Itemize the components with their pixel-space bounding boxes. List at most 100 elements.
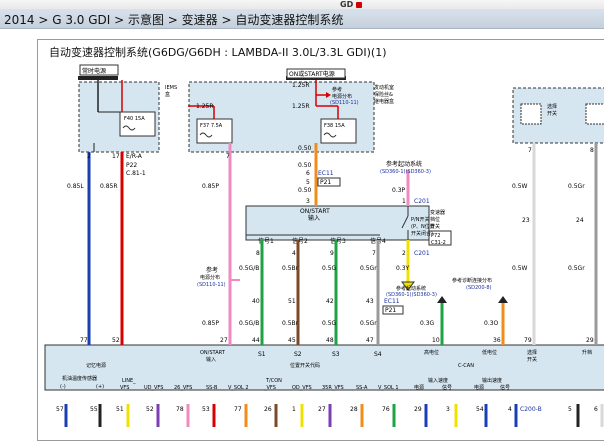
svg-text:0.3P: 0.3P — [392, 187, 406, 194]
svg-text:C201: C201 — [414, 250, 430, 257]
svg-text:(+): (+) — [96, 384, 104, 390]
select-switch-icon — [585, 103, 604, 125]
svg-text:48: 48 — [326, 337, 334, 344]
svg-text:C.81-1: C.81-1 — [126, 170, 146, 177]
svg-text:1: 1 — [292, 406, 296, 413]
svg-text:4: 4 — [508, 406, 512, 413]
svg-text:52: 52 — [112, 337, 120, 344]
svg-text:UD_VFS: UD_VFS — [144, 385, 163, 391]
svg-text:EC11: EC11 — [384, 298, 400, 305]
svg-text:开关: 开关 — [547, 110, 557, 117]
svg-text:0.85P: 0.85P — [202, 183, 219, 190]
svg-text:35R_VFS: 35R_VFS — [322, 385, 344, 391]
svg-text:1.25R: 1.25R — [292, 82, 310, 89]
svg-text:9: 9 — [330, 250, 334, 257]
svg-text:45: 45 — [288, 337, 296, 344]
svg-text:28: 28 — [350, 406, 358, 413]
svg-text:26_VFS: 26_VFS — [174, 385, 192, 391]
svg-text:S1: S1 — [258, 351, 266, 358]
svg-text:F38 15A: F38 15A — [324, 123, 345, 129]
svg-text:C31-2: C31-2 — [431, 240, 446, 246]
svg-text:26: 26 — [264, 406, 272, 413]
engine-box-label: 发动机室 — [374, 84, 394, 91]
svg-text:P22: P22 — [126, 162, 137, 169]
svg-text:选择: 选择 — [547, 103, 557, 110]
svg-text:0.3Y: 0.3Y — [396, 265, 410, 272]
svg-text:76: 76 — [382, 406, 390, 413]
svg-text:51: 51 — [288, 298, 296, 305]
svg-text:S4: S4 — [374, 351, 382, 358]
svg-text:变速器: 变速器 — [430, 209, 445, 216]
svg-text:E/R-A: E/R-A — [126, 153, 143, 160]
svg-text:40: 40 — [252, 298, 260, 305]
svg-text:6: 6 — [594, 406, 598, 413]
svg-text:0.85R: 0.85R — [100, 183, 118, 190]
svg-text:0.50: 0.50 — [298, 162, 312, 169]
svg-text:0.5G: 0.5G — [322, 320, 337, 327]
svg-text:51: 51 — [116, 406, 124, 413]
svg-text:输出速度: 输出速度 — [482, 377, 502, 384]
svg-text:V_SOL 2: V_SOL 2 — [228, 385, 249, 391]
svg-text:5: 5 — [306, 179, 310, 186]
svg-text:参考起动系统: 参考起动系统 — [396, 285, 426, 292]
iems-label: IEMS — [165, 85, 177, 91]
onstart-power-label: ON或START电源 — [289, 70, 335, 78]
svg-text:17: 17 — [112, 153, 120, 160]
svg-text:55: 55 — [90, 406, 98, 413]
svg-text:ON/START: ON/START — [200, 350, 226, 356]
svg-text:0.5Gr: 0.5Gr — [360, 265, 377, 272]
svg-text:S3: S3 — [332, 351, 340, 358]
svg-text:7: 7 — [372, 250, 376, 257]
svg-text:电源: 电源 — [414, 384, 424, 391]
svg-text:(-): (-) — [60, 384, 66, 390]
svg-text:机油温度传感器: 机油温度传感器 — [62, 375, 97, 382]
svg-text:参考: 参考 — [206, 266, 218, 274]
svg-text:0.50: 0.50 — [298, 187, 312, 194]
svg-text:OD_VFS: OD_VFS — [292, 385, 312, 391]
svg-text:77: 77 — [80, 337, 88, 344]
svg-text:78: 78 — [176, 406, 184, 413]
engine-box-label-2: 保险丝& — [374, 91, 393, 98]
svg-text:VFS: VFS — [120, 385, 129, 391]
svg-text:44: 44 — [252, 337, 260, 344]
svg-text:2: 2 — [402, 250, 406, 257]
svg-text:0.5G/B: 0.5G/B — [239, 265, 259, 272]
svg-text:7: 7 — [226, 153, 230, 160]
svg-text:43: 43 — [366, 298, 374, 305]
svg-text:0.85P: 0.85P — [202, 320, 219, 327]
svg-text:0.5G: 0.5G — [322, 265, 337, 272]
svg-text:输入: 输入 — [308, 214, 320, 222]
svg-text:F37 7.5A: F37 7.5A — [200, 123, 223, 129]
svg-text:52: 52 — [146, 406, 154, 413]
svg-text:57: 57 — [56, 406, 64, 413]
svg-text:3: 3 — [306, 198, 310, 205]
svg-text:参考诊断连接分布: 参考诊断连接分布 — [452, 277, 492, 284]
svg-text:电源分布: 电源分布 — [332, 93, 352, 100]
svg-text:7: 7 — [528, 147, 532, 154]
svg-text:1.25R: 1.25R — [196, 103, 214, 110]
svg-text:电源分布: 电源分布 — [200, 274, 220, 281]
svg-text:36: 36 — [493, 337, 501, 344]
svg-text:F40 15A: F40 15A — [124, 116, 145, 122]
svg-text:T/CON: T/CON — [265, 378, 282, 384]
svg-text:54: 54 — [476, 406, 484, 413]
svg-text:输入速度: 输入速度 — [428, 377, 448, 384]
svg-text:0.3G: 0.3G — [420, 320, 435, 327]
svg-text:0.5Br: 0.5Br — [282, 265, 299, 272]
svg-text:P21: P21 — [320, 179, 331, 186]
svg-text:SS-A: SS-A — [356, 385, 368, 391]
svg-text:8: 8 — [256, 250, 260, 257]
svg-text:47: 47 — [366, 337, 374, 344]
svg-text:EC11: EC11 — [318, 170, 334, 177]
svg-text:(SD110-11): (SD110-11) — [197, 282, 226, 288]
svg-text:开关: 开关 — [527, 356, 537, 363]
engine-box-label-3: 继电器盒 — [374, 98, 394, 105]
svg-text:参考起动系统: 参考起动系统 — [386, 160, 422, 168]
svg-text:LINE_: LINE_ — [122, 378, 136, 384]
svg-text:SS-B: SS-B — [206, 385, 218, 391]
svg-text:信号2: 信号2 — [292, 237, 308, 245]
svg-text:P21: P21 — [385, 307, 396, 314]
svg-text:10: 10 — [432, 337, 440, 344]
svg-text:27: 27 — [318, 406, 326, 413]
svg-text:0.5W: 0.5W — [512, 183, 528, 190]
